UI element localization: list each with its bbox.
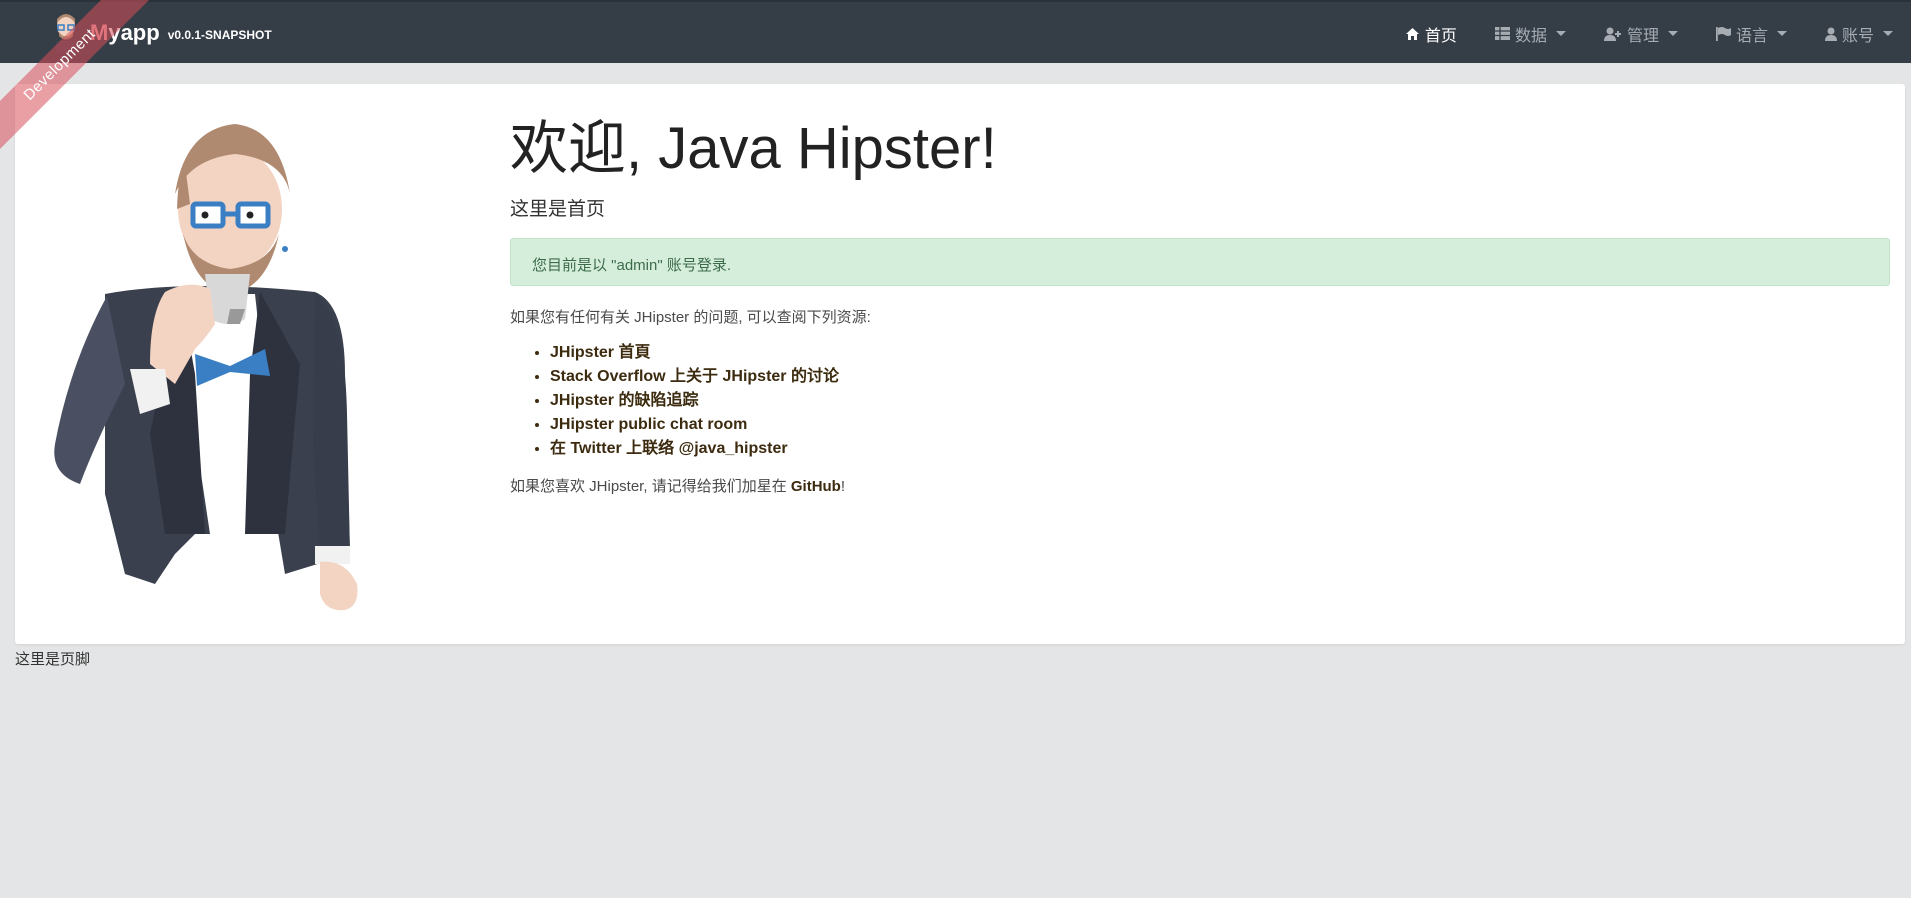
welcome-content: 欢迎, Java Hipster! 这里是首页 您目前是以 "admin" 账号… — [510, 114, 1890, 496]
page-footer: 这里是页脚 — [15, 651, 91, 668]
list-item: JHipster 的缺陷追踪 — [550, 389, 1890, 413]
nav-language-dropdown[interactable]: 语言 — [1715, 22, 1787, 46]
nav-language-label: 语言 — [1735, 27, 1768, 45]
list-item: JHipster public chat room — [550, 413, 1890, 437]
brand-link[interactable]: Myapp v0.0.1-SNAPSHOT — [50, 10, 272, 56]
link-chat-room[interactable]: JHipster public chat room — [550, 416, 747, 433]
list-item: Stack Overflow 上关于 JHipster 的讨论 — [550, 365, 1890, 389]
hipster-illustration — [54, 124, 358, 611]
home-card: 欢迎, Java Hipster! 这里是首页 您目前是以 "admin" 账号… — [15, 84, 1905, 644]
table-icon — [1494, 27, 1510, 40]
nav-account-label: 账号 — [1841, 27, 1874, 45]
github-star-text: 如果您喜欢 JHipster, 请记得给我们加星在 GitHub! — [510, 475, 1890, 496]
nav-home-label: 首页 — [1424, 27, 1457, 45]
chevron-down-icon — [1883, 31, 1893, 36]
flag-icon — [1715, 26, 1731, 41]
brand-version: v0.0.1-SNAPSHOT — [167, 28, 272, 42]
github-prefix: 如果您喜欢 JHipster, 请记得给我们加星在 — [510, 477, 791, 495]
link-jhipster-homepage[interactable]: JHipster 首頁 — [550, 344, 650, 361]
chevron-down-icon — [1776, 31, 1787, 36]
chevron-down-icon — [1555, 31, 1566, 36]
home-icon — [1405, 27, 1419, 40]
navbar: Myapp v0.0.1-SNAPSHOT 首页 数据 管理 语言 账号 — [0, 0, 1911, 63]
page-title: 欢迎, Java Hipster! — [510, 116, 997, 181]
page-subtitle: 这里是首页 — [510, 198, 606, 220]
nav-admin-dropdown[interactable]: 管理 — [1603, 22, 1678, 46]
brand-name: Myapp — [90, 20, 160, 45]
nav-admin-label: 管理 — [1626, 27, 1659, 45]
github-link[interactable]: GitHub — [791, 478, 841, 495]
main-nav: 首页 数据 管理 语言 账号 — [1367, 2, 1893, 65]
resource-links: JHipster 首頁 Stack Overflow 上关于 JHipster … — [510, 341, 1890, 461]
user-icon — [1824, 27, 1837, 41]
nav-entities-label: 数据 — [1514, 27, 1547, 45]
link-stackoverflow[interactable]: Stack Overflow 上关于 JHipster 的讨论 — [550, 368, 839, 385]
nav-home[interactable]: 首页 — [1405, 22, 1457, 46]
link-twitter[interactable]: 在 Twitter 上联络 @java_hipster — [550, 440, 788, 457]
github-suffix: ! — [840, 477, 846, 495]
nav-entities-dropdown[interactable]: 数据 — [1494, 22, 1566, 46]
hipster-logo-icon — [56, 14, 76, 53]
user-plus-icon — [1603, 27, 1621, 41]
chevron-down-icon — [1667, 31, 1678, 36]
list-item: 在 Twitter 上联络 @java_hipster — [550, 437, 1890, 461]
list-item: JHipster 首頁 — [550, 341, 1890, 365]
nav-account-dropdown[interactable]: 账号 — [1824, 22, 1893, 46]
login-status-text: 您目前是以 "admin" 账号登录. — [532, 256, 732, 274]
login-status-alert: 您目前是以 "admin" 账号登录. — [510, 237, 1890, 286]
resources-intro: 如果您有任何有关 JHipster 的问题, 可以查阅下列资源: — [510, 308, 871, 326]
link-bug-tracker[interactable]: JHipster 的缺陷追踪 — [550, 392, 698, 409]
